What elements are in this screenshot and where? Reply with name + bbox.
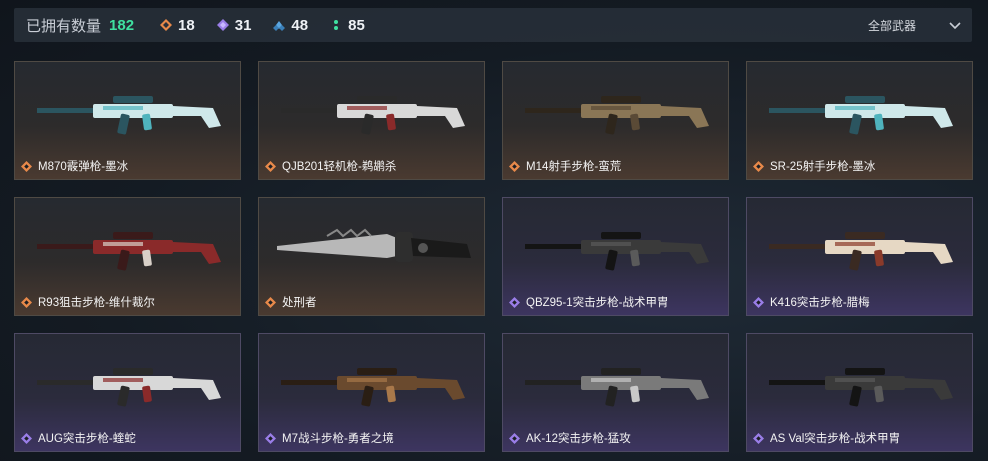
weapon-card[interactable]: R93狙击步枪-维什裁尔 bbox=[14, 197, 241, 316]
stat-blue-value: 48 bbox=[291, 16, 309, 34]
orange-rarity-icon bbox=[21, 296, 32, 308]
weapon-name: SR-25射手步枪-墨冰 bbox=[770, 161, 876, 173]
stat-green-value: 85 bbox=[348, 16, 365, 34]
inventory-header: 已拥有数量 182 18 31 48 85 全部武器 bbox=[14, 8, 972, 42]
orange-rarity-icon bbox=[753, 160, 764, 172]
orange-rarity-icon bbox=[21, 160, 32, 172]
purple-diamond-icon bbox=[216, 19, 229, 31]
weapon-name: M870霰弹枪-墨冰 bbox=[38, 161, 129, 173]
stat-blue: 48 bbox=[273, 17, 308, 34]
orange-rarity-icon bbox=[509, 160, 520, 172]
owned-label: 已拥有数量 bbox=[26, 17, 102, 35]
weapon-image bbox=[769, 232, 953, 271]
weapon-name: R93狙击步枪-维什裁尔 bbox=[38, 297, 155, 309]
weapon-image bbox=[769, 96, 953, 135]
weapon-label: QJB201轻机枪-鹈鹕杀 bbox=[265, 158, 396, 174]
weapon-image bbox=[37, 232, 221, 271]
purple-rarity-icon bbox=[265, 432, 276, 444]
weapon-card[interactable]: SR-25射手步枪-墨冰 bbox=[746, 61, 973, 180]
weapon-image bbox=[277, 228, 471, 262]
weapon-filter-dropdown[interactable]: 全部武器 bbox=[868, 8, 962, 42]
purple-rarity-icon bbox=[21, 432, 32, 444]
weapon-label: 处刑者 bbox=[265, 294, 317, 310]
weapon-label: SR-25射手步枪-墨冰 bbox=[753, 158, 875, 174]
weapon-card[interactable]: M870霰弹枪-墨冰 bbox=[14, 61, 241, 180]
weapon-card[interactable]: QJB201轻机枪-鹈鹕杀 bbox=[258, 61, 485, 180]
weapon-label: M870霰弹枪-墨冰 bbox=[21, 158, 128, 174]
weapon-image bbox=[37, 96, 221, 135]
orange-diamond-icon bbox=[160, 19, 173, 31]
chevron-down-icon bbox=[949, 22, 961, 30]
stat-orange: 18 bbox=[160, 17, 195, 34]
weapon-image bbox=[525, 368, 709, 407]
weapon-image bbox=[525, 96, 709, 135]
weapon-image bbox=[281, 96, 465, 135]
weapon-name: 处刑者 bbox=[282, 297, 317, 309]
weapon-image bbox=[769, 368, 953, 407]
weapon-image bbox=[37, 368, 221, 407]
weapon-label: M14射手步枪-蛮荒 bbox=[509, 158, 621, 174]
weapon-card[interactable]: 处刑者 bbox=[258, 197, 485, 316]
weapon-card[interactable]: AUG突击步枪-蝰蛇 bbox=[14, 333, 241, 452]
orange-rarity-icon bbox=[265, 296, 276, 308]
weapon-label: M7战斗步枪-勇者之境 bbox=[265, 430, 394, 446]
weapon-name: QBZ95-1突击步枪-战术甲胄 bbox=[526, 297, 669, 309]
purple-rarity-icon bbox=[753, 432, 764, 444]
weapon-image bbox=[525, 232, 709, 271]
stat-purple-value: 31 bbox=[234, 16, 252, 34]
weapon-card[interactable]: K416突击步枪-腊梅 bbox=[746, 197, 973, 316]
weapon-card[interactable]: M7战斗步枪-勇者之境 bbox=[258, 333, 485, 452]
weapon-label: AS Val突击步枪-战术甲胄 bbox=[753, 430, 900, 446]
purple-rarity-icon bbox=[509, 296, 520, 308]
weapon-image bbox=[281, 368, 465, 407]
stat-green: 85 bbox=[330, 17, 365, 34]
owned-count: 182 bbox=[109, 16, 135, 34]
stat-purple: 31 bbox=[216, 16, 252, 34]
weapon-card[interactable]: AK-12突击步枪-猛攻 bbox=[502, 333, 729, 452]
purple-rarity-icon bbox=[509, 432, 520, 444]
blue-diamond-icon bbox=[273, 21, 286, 31]
weapon-name: K416突击步枪-腊梅 bbox=[770, 297, 870, 309]
weapon-name: M7战斗步枪-勇者之境 bbox=[282, 433, 394, 445]
weapon-name: AK-12突击步枪-猛攻 bbox=[526, 433, 631, 445]
green-dots-icon bbox=[334, 20, 339, 30]
orange-rarity-icon bbox=[265, 160, 276, 172]
weapon-name: QJB201轻机枪-鹈鹕杀 bbox=[282, 161, 397, 173]
stat-orange-value: 18 bbox=[178, 16, 195, 34]
weapon-filter-label: 全部武器 bbox=[867, 18, 916, 33]
weapon-card[interactable]: M14射手步枪-蛮荒 bbox=[502, 61, 729, 180]
weapon-label: QBZ95-1突击步枪-战术甲胄 bbox=[509, 294, 669, 310]
purple-rarity-icon bbox=[753, 296, 764, 308]
weapon-label: R93狙击步枪-维什裁尔 bbox=[21, 294, 155, 310]
weapon-label: AUG突击步枪-蝰蛇 bbox=[21, 430, 136, 446]
weapon-card[interactable]: AS Val突击步枪-战术甲胄 bbox=[746, 333, 973, 452]
weapon-card[interactable]: QBZ95-1突击步枪-战术甲胄 bbox=[502, 197, 729, 316]
weapon-label: K416突击步枪-腊梅 bbox=[753, 294, 870, 310]
weapon-grid: M870霰弹枪-墨冰 QJB201轻机枪-鹈鹕杀 M14射手步枪-蛮荒 SR-2… bbox=[14, 61, 973, 452]
weapon-name: AUG突击步枪-蝰蛇 bbox=[38, 433, 136, 445]
weapon-name: AS Val突击步枪-战术甲胄 bbox=[770, 433, 901, 445]
weapon-name: M14射手步枪-蛮荒 bbox=[526, 161, 622, 173]
weapon-label: AK-12突击步枪-猛攻 bbox=[509, 430, 631, 446]
